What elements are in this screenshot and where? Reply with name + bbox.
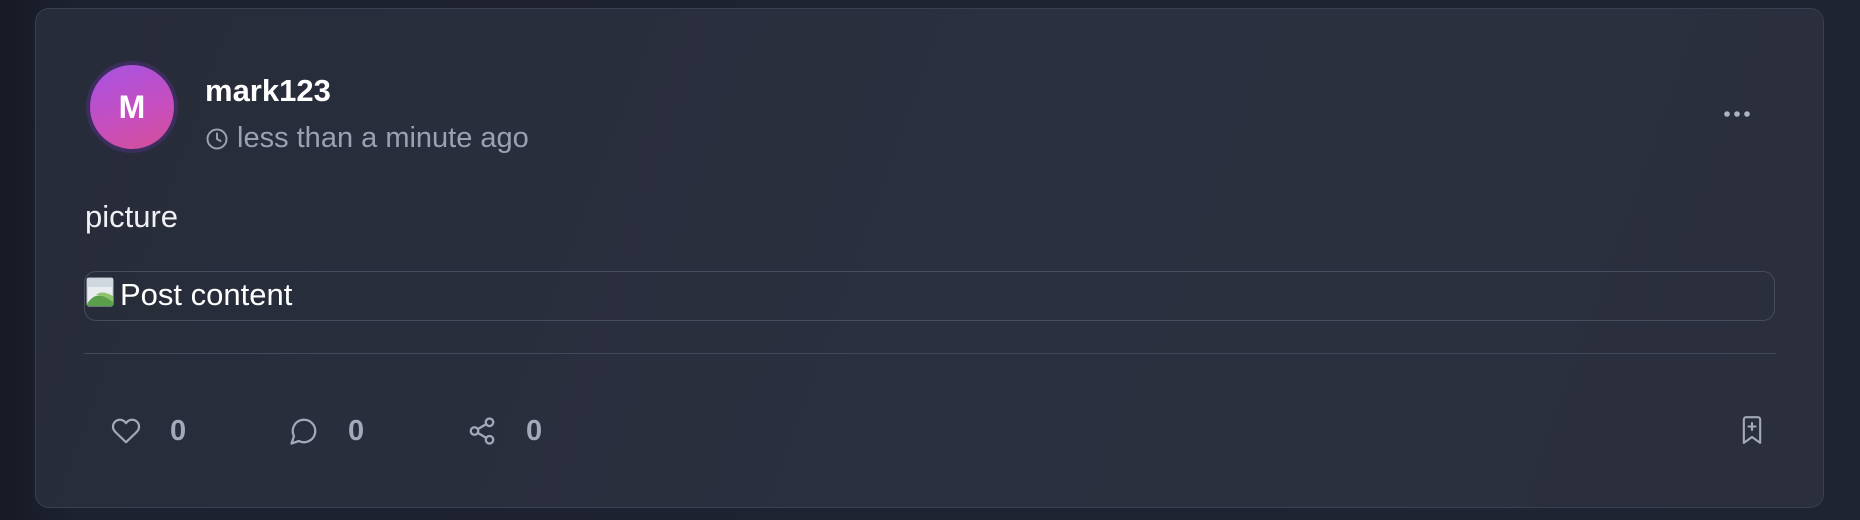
share-button[interactable]: 0 — [464, 413, 542, 449]
message-circle-icon — [286, 413, 322, 449]
post-meta: less than a minute ago — [205, 122, 529, 155]
more-horizontal-icon — [1723, 105, 1751, 123]
clock-icon — [205, 127, 229, 151]
heart-icon — [108, 413, 144, 449]
post-timestamp: less than a minute ago — [237, 122, 529, 154]
post-image[interactable]: Post content — [84, 271, 1775, 321]
divider — [84, 353, 1776, 354]
post-card: M mark123 less than a minute ago picture — [35, 8, 1824, 508]
like-count: 0 — [170, 414, 187, 447]
share-icon — [464, 413, 500, 449]
bookmark-button[interactable] — [1736, 414, 1768, 450]
post-text: picture — [85, 199, 179, 234]
comment-button[interactable]: 0 — [286, 413, 364, 449]
more-options-button[interactable] — [1717, 99, 1757, 129]
broken-image-icon — [86, 277, 118, 309]
author-username[interactable]: mark123 — [205, 73, 331, 109]
avatar[interactable]: M — [86, 61, 178, 153]
avatar-initial: M — [118, 88, 146, 125]
like-button[interactable]: 0 — [108, 413, 186, 449]
bookmark-plus-icon — [1738, 414, 1766, 451]
share-count: 0 — [526, 414, 543, 447]
image-alt-text: Post content — [120, 277, 293, 312]
comment-count: 0 — [348, 414, 365, 447]
